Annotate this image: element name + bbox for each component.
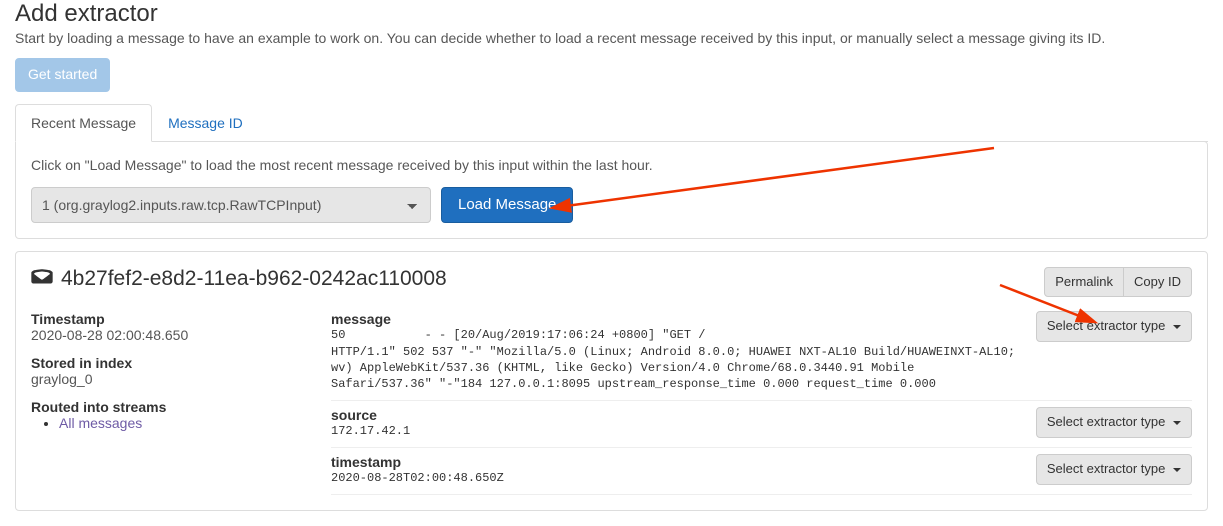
message-result: 4b27fef2-e8d2-11ea-b962-0242ac110008 Per… — [15, 251, 1208, 512]
input-selector[interactable]: 1 (org.graylog2.inputs.raw.tcp.RawTCPInp… — [31, 187, 431, 223]
field-value: 172.17.42.1 — [331, 423, 1022, 439]
page-title: Add extractor — [15, 0, 1208, 28]
message-id-value: 4b27fef2-e8d2-11ea-b962-0242ac110008 — [61, 267, 447, 291]
tab-message-id[interactable]: Message ID — [152, 104, 259, 142]
permalink-button[interactable]: Permalink — [1044, 267, 1124, 297]
tabs: Recent Message Message ID — [15, 104, 1208, 142]
copy-id-button[interactable]: Copy ID — [1123, 267, 1192, 297]
select-extractor-label: Select extractor type — [1047, 414, 1166, 429]
chevron-down-icon — [1173, 325, 1181, 329]
field-value: 50 - - [20/Aug/2019:17:06:24 +0800] "GET… — [331, 327, 1022, 392]
field-name: timestamp — [331, 454, 1022, 470]
timestamp-label: Timestamp — [31, 311, 301, 327]
tab-recent-message[interactable]: Recent Message — [15, 104, 152, 142]
tab-content: Click on "Load Message" to load the most… — [15, 141, 1208, 239]
timestamp-value: 2020-08-28 02:00:48.650 — [31, 327, 301, 343]
page-intro: Start by loading a message to have an ex… — [15, 30, 1208, 46]
index-label: Stored in index — [31, 355, 301, 371]
field-name: source — [331, 407, 1022, 423]
chevron-down-icon — [1173, 421, 1181, 425]
select-extractor-type-button[interactable]: Select extractor type — [1036, 454, 1192, 484]
select-extractor-type-button[interactable]: Select extractor type — [1036, 311, 1192, 341]
message-id-heading: 4b27fef2-e8d2-11ea-b962-0242ac110008 — [31, 267, 447, 291]
message-header-actions: Permalink Copy ID — [1044, 267, 1192, 297]
envelope-icon — [31, 267, 53, 291]
message-meta: Timestamp 2020-08-28 02:00:48.650 Stored… — [31, 311, 301, 495]
select-extractor-label: Select extractor type — [1047, 461, 1166, 476]
message-fields: message 50 - - [20/Aug/2019:17:06:24 +08… — [331, 311, 1192, 495]
field-row: timestamp 2020-08-28T02:00:48.650Z Selec… — [331, 448, 1192, 495]
streams-label: Routed into streams — [31, 399, 301, 415]
field-name: message — [331, 311, 1022, 327]
stream-link[interactable]: All messages — [59, 415, 142, 431]
index-value: graylog_0 — [31, 371, 301, 387]
load-hint: Click on "Load Message" to load the most… — [31, 157, 1192, 173]
select-extractor-type-button[interactable]: Select extractor type — [1036, 407, 1192, 437]
get-started-button[interactable]: Get started — [15, 58, 110, 92]
field-row: source 172.17.42.1 Select extractor type — [331, 401, 1192, 448]
chevron-down-icon — [1173, 468, 1181, 472]
select-extractor-label: Select extractor type — [1047, 318, 1166, 333]
field-value: 2020-08-28T02:00:48.650Z — [331, 470, 1022, 486]
load-message-button[interactable]: Load Message — [441, 187, 573, 223]
field-row: message 50 - - [20/Aug/2019:17:06:24 +08… — [331, 311, 1192, 401]
